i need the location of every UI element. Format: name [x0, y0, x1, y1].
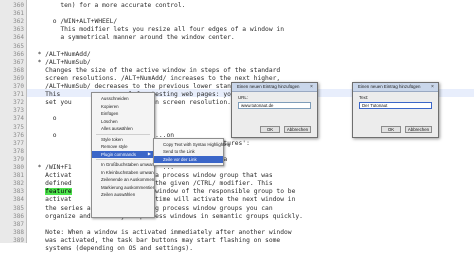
code-line: was activated, the task bar buttons may … [30, 236, 281, 244]
dialog-title: Einen neuen Eintrag hinzufügen [353, 83, 438, 92]
line-number: 379 [13, 155, 24, 163]
line-number: 389 [13, 236, 24, 244]
line-number: 361 [13, 10, 24, 18]
line-number: 371 [13, 91, 24, 99]
line-number: 381 [13, 172, 24, 180]
context-menu-item[interactable]: In Großbuchstaben umwandeln [92, 161, 154, 169]
line-number: 377 [13, 139, 24, 147]
url-input[interactable]: www.tutonaut.de [238, 102, 311, 109]
menu-separator [96, 133, 150, 135]
context-menu: Ausschneiden Kopieren Einfügen Löschen Alles… [91, 92, 155, 218]
line-number: 365 [13, 42, 24, 50]
code-line: * /ALT+NumAdd/ [30, 50, 91, 58]
search-highlight: feature [45, 188, 72, 196]
line-number: 388 [13, 228, 24, 236]
line-number: 384 [13, 196, 24, 204]
url-field-label: URL: [238, 95, 249, 100]
code-line: feature ...window of the responsible gro… [45, 188, 296, 196]
line-number: 367 [13, 58, 24, 66]
context-menu-item[interactable]: Einfügen [92, 110, 154, 118]
line-number: 386 [13, 212, 24, 220]
line-number: 382 [13, 180, 24, 188]
code-line: Changes the size of the active window in… [30, 66, 281, 74]
ok-button[interactable]: OK [260, 126, 280, 133]
line-number: 375 [13, 123, 24, 131]
code-line: Note: When a window is activated immedia… [30, 228, 292, 236]
line-number: 360 [13, 2, 24, 9]
menu-separator [96, 159, 150, 160]
submenu-item[interactable]: Copy Text with Syntax Highlighting [154, 141, 230, 149]
line-number: 368 [13, 66, 24, 74]
line-number-gutter: 360 361 362 363 364 365 366 367 368 369 370 371 372 3… [0, 0, 27, 244]
code-line: activat ...time will activate the next w… [30, 196, 296, 204]
line-number: 370 [13, 83, 24, 90]
code-line: organize and access your process windows… [30, 212, 303, 220]
line-number: 387 [13, 220, 24, 228]
line-number: 363 [13, 26, 24, 34]
line-number: 376 [13, 131, 24, 139]
context-menu-item[interactable]: Remove style [92, 143, 154, 151]
code-line: ten) for a more accurate control. [30, 2, 186, 9]
line-number: 385 [13, 204, 24, 212]
context-menu-item[interactable]: In Kleinbuchstaben umwandeln [92, 169, 154, 177]
cancel-button[interactable]: Abbrechen [405, 126, 432, 133]
context-menu-item[interactable]: Zeilen auswählen [92, 191, 154, 199]
context-menu-item[interactable]: Kopieren [92, 103, 154, 111]
line-number: 374 [13, 115, 24, 123]
submenu-item[interactable]: Send to the Link [154, 148, 223, 156]
submenu-arrow-icon: ▶ [147, 150, 151, 156]
line-number: 373 [13, 107, 24, 115]
context-menu-item[interactable]: Zeilenende an Auskommentieren [92, 176, 154, 184]
code-line: This modifier lets you resize all four e… [30, 26, 285, 34]
code-line: * /ALT+NumSub/ [30, 58, 91, 66]
line-number: 362 [13, 18, 24, 26]
code-line: a symmetrical manner around the window c… [30, 34, 235, 42]
line-number: 378 [13, 147, 24, 155]
context-menu-item[interactable]: Alles auswählen [92, 125, 154, 133]
code-line: systems (depending on OS and settings). [30, 245, 194, 252]
dialog-title: Einen neuen Eintrag hinzufügen [232, 83, 317, 92]
plugin-submenu: Copy Text with Syntax Highlighting Send t… [153, 138, 230, 166]
cancel-button[interactable]: Abbrechen [284, 126, 311, 133]
line-number: 380 [13, 164, 24, 171]
context-menu-item[interactable]: Löschen [92, 118, 154, 126]
close-icon[interactable]: × [308, 84, 315, 90]
close-icon[interactable]: × [429, 84, 436, 90]
context-menu-item[interactable]: Markierung auskommentieren [92, 184, 154, 192]
text-input[interactable]: Der Tutonaut [359, 102, 432, 109]
code-line: o [30, 115, 57, 123]
line-number: 369 [13, 74, 24, 82]
text-field-label: Text: [359, 95, 369, 100]
line-number: 366 [13, 50, 24, 58]
context-menu-item[interactable]: Plugin commands [92, 150, 154, 158]
add-entry-dialog-url: Einen neuen Eintrag hinzufügen × URL: ww… [231, 82, 318, 138]
context-menu-item[interactable]: Ausschneiden [92, 95, 154, 103]
add-entry-dialog-text: Einen neuen Eintrag hinzufügen × Text: D… [352, 82, 439, 138]
line-number: 364 [13, 34, 24, 42]
context-menu-item[interactable]: Style token [92, 136, 154, 144]
line-number: 372 [13, 99, 24, 107]
submenu-item[interactable]: Zeile vor der Link [154, 155, 223, 163]
line-number: 383 [13, 188, 24, 196]
code-line: o /WIN+ALT+WHEEL/ [30, 18, 118, 26]
ok-button[interactable]: OK [381, 126, 401, 133]
